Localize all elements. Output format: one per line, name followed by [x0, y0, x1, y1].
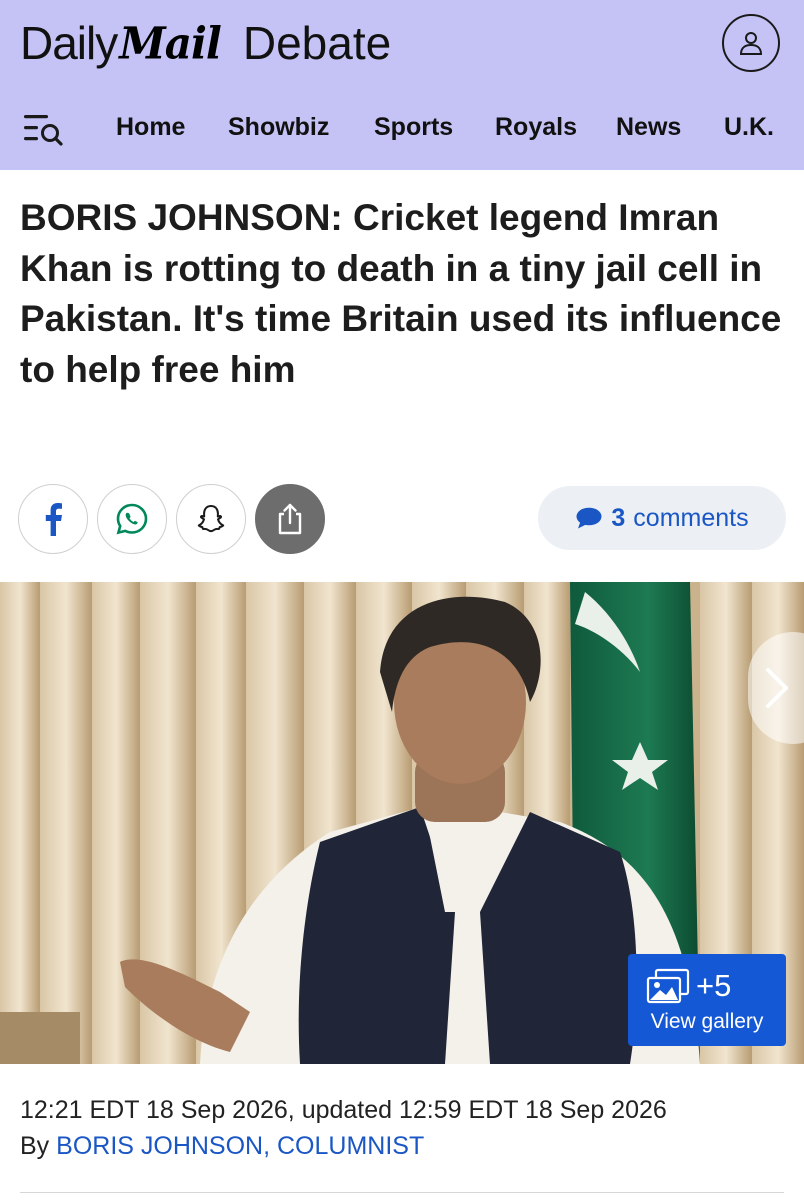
- nav-item-sports[interactable]: Sports: [374, 113, 453, 142]
- article-timestamp: 12:21 EDT 18 Sep 2026, updated 12:59 EDT…: [20, 1096, 667, 1124]
- whatsapp-icon: [116, 503, 148, 535]
- nav-item-royals[interactable]: Royals: [495, 113, 577, 142]
- main-nav: Home Showbiz Sports Royals News U.K.: [0, 96, 804, 162]
- gallery-icon: [646, 968, 690, 1004]
- gallery-count: +5: [696, 968, 732, 1003]
- site-header: Daily Mail Debate Home Showbiz Sports Ro…: [0, 0, 804, 170]
- nav-item-news[interactable]: News: [616, 113, 681, 142]
- profile-button[interactable]: [722, 14, 780, 72]
- comment-bubble-icon: [576, 507, 602, 529]
- share-icon: [278, 503, 302, 535]
- comments-label: comments: [633, 503, 749, 532]
- section-name: Debate: [242, 17, 392, 69]
- comments-button[interactable]: 3 comments: [538, 486, 786, 550]
- site-logo[interactable]: Daily Mail Debate: [20, 14, 391, 72]
- nav-item-uk[interactable]: U.K.: [724, 113, 774, 142]
- view-gallery-button[interactable]: +5 View gallery: [628, 954, 786, 1046]
- snapchat-icon: [197, 505, 225, 533]
- byline-prefix: By: [20, 1132, 50, 1160]
- article-byline: By BORIS JOHNSON, COLUMNIST: [20, 1132, 424, 1161]
- logo-mail: Mail: [119, 17, 222, 69]
- gallery-label: View gallery: [650, 1010, 764, 1033]
- menu-search-icon: [24, 115, 63, 146]
- share-button[interactable]: [255, 484, 325, 554]
- facebook-share-button[interactable]: [18, 484, 88, 554]
- menu-search-button[interactable]: [22, 110, 64, 148]
- logo-daily: Daily: [20, 17, 118, 69]
- byline-author-link[interactable]: BORIS JOHNSON, COLUMNIST: [56, 1132, 424, 1160]
- comments-count: 3: [611, 503, 626, 532]
- whatsapp-share-button[interactable]: [97, 484, 167, 554]
- divider: [20, 1192, 784, 1193]
- chevron-right-icon: [766, 668, 788, 708]
- article-headline: BORIS JOHNSON: Cricket legend Imran Khan…: [20, 197, 782, 390]
- nav-item-showbiz[interactable]: Showbiz: [228, 113, 329, 142]
- facebook-icon: [45, 503, 62, 536]
- snapchat-share-button[interactable]: [176, 484, 246, 554]
- nav-item-home[interactable]: Home: [116, 113, 185, 142]
- user-icon: [739, 32, 763, 55]
